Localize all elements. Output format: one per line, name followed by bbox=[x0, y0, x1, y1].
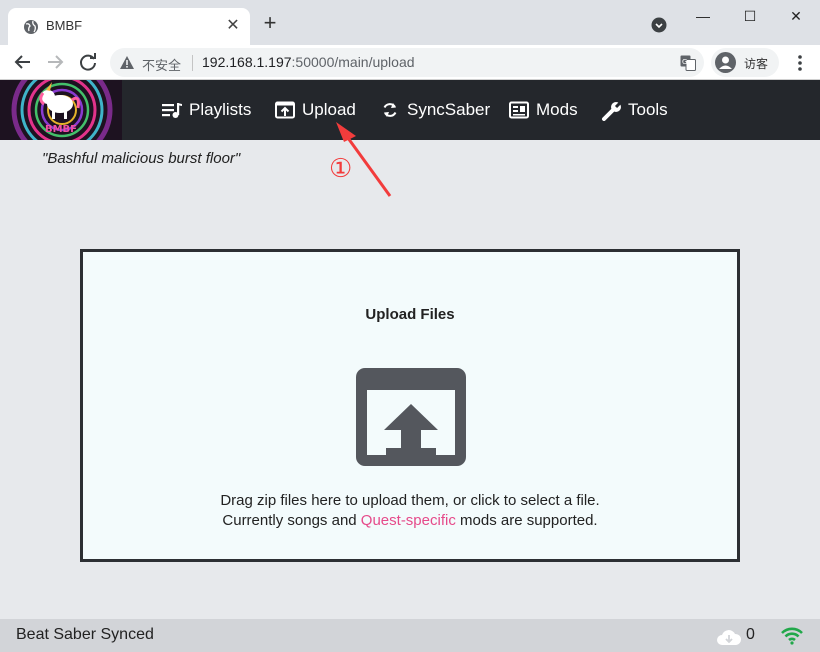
person-icon bbox=[719, 56, 732, 69]
new-tab-button[interactable]: + bbox=[260, 12, 280, 34]
back-icon[interactable] bbox=[10, 49, 36, 75]
upload-instructions: Drag zip files here to upload them, or c… bbox=[220, 492, 600, 509]
maximize-button[interactable]: ☐ bbox=[735, 5, 765, 27]
nav-syncsaber-label: SyncSaber bbox=[407, 100, 491, 119]
quest-specific-link[interactable]: Quest-specific bbox=[361, 512, 456, 529]
sync-icon bbox=[383, 103, 397, 117]
separator bbox=[192, 55, 193, 71]
window-close-button[interactable]: ✕ bbox=[781, 5, 811, 27]
nav-tools-label: Tools bbox=[628, 100, 668, 119]
status-bar: Beat Saber Synced 0 bbox=[0, 619, 820, 652]
logo-image: BMBF bbox=[0, 80, 122, 140]
wrench-icon bbox=[602, 101, 623, 121]
upload-title: Upload Files bbox=[365, 306, 455, 323]
insecure-label: 不安全 bbox=[142, 58, 182, 73]
url-text: 192.168.1.197:50000/main/upload bbox=[202, 54, 415, 70]
close-icon[interactable]: ✕ bbox=[224, 17, 242, 35]
upload-support-text: Currently songs and Quest-specific mods … bbox=[222, 512, 598, 529]
upload-dropzone[interactable]: Upload Files Drag zip files here to uplo… bbox=[80, 249, 740, 562]
translate-icon[interactable]: G bbox=[680, 55, 696, 71]
warning-icon bbox=[120, 56, 134, 69]
svg-text:G: G bbox=[682, 58, 687, 66]
sync-status: Beat Saber Synced bbox=[16, 626, 154, 643]
globe-icon bbox=[24, 20, 38, 34]
profile-name: 访客 bbox=[744, 57, 769, 71]
forward-icon[interactable] bbox=[42, 49, 68, 75]
avatar bbox=[715, 52, 736, 73]
reload-icon[interactable] bbox=[75, 49, 101, 75]
download-count: 0 bbox=[746, 626, 755, 643]
tab-search-icon[interactable] bbox=[651, 17, 667, 33]
profile-button[interactable]: 访客 bbox=[711, 48, 779, 77]
kebab-menu-icon[interactable] bbox=[791, 53, 809, 73]
cloud-download-icon[interactable] bbox=[716, 628, 742, 645]
browser-tabstrip: BMBF ✕ + — ☐ ✕ bbox=[0, 0, 820, 45]
upload-icon bbox=[275, 101, 295, 119]
app-navbar: BMBF Playlists Upload SyncSaber Mods Too… bbox=[0, 80, 820, 140]
logo-text: BMBF bbox=[45, 124, 77, 135]
playlist-icon bbox=[162, 103, 182, 118]
mods-icon bbox=[509, 101, 529, 119]
tab-title: BMBF bbox=[46, 18, 83, 33]
tagline: "Bashful malicious burst floor" bbox=[42, 150, 241, 167]
nav-playlists-label: Playlists bbox=[189, 100, 252, 119]
nav-mods-label: Mods bbox=[536, 100, 578, 119]
browser-tab[interactable]: BMBF ✕ bbox=[8, 8, 250, 45]
browser-toolbar: 不安全 192.168.1.197:50000/main/upload G 访客 bbox=[0, 45, 820, 80]
wifi-icon bbox=[781, 627, 803, 645]
annotation-step-1: ① bbox=[329, 153, 353, 183]
minimize-button[interactable]: — bbox=[688, 5, 718, 27]
bmbf-logo[interactable]: BMBF bbox=[0, 80, 122, 140]
upload-box-icon bbox=[356, 368, 466, 466]
address-bar[interactable]: 不安全 192.168.1.197:50000/main/upload G bbox=[110, 48, 704, 77]
